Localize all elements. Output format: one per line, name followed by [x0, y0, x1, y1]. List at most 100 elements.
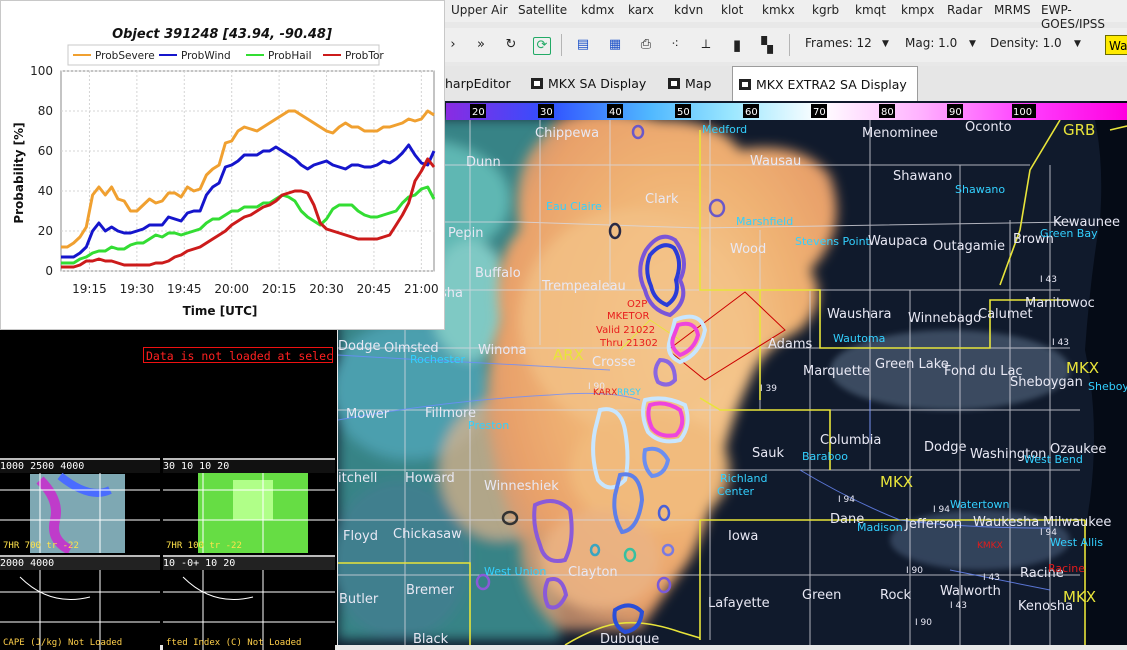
- menu-bar: Upper Air Satellite kdmx karx kdvn klot …: [445, 0, 1127, 31]
- interstate-label: I 94: [933, 505, 950, 515]
- chart-x-axis-label: Time [UTC]: [183, 304, 258, 318]
- chart-y-axis-label: Probability [%]: [12, 122, 26, 223]
- county-label: Green: [802, 588, 841, 603]
- interstate-label: I 43: [983, 573, 1000, 583]
- menu-item-upper-air[interactable]: Upper Air: [451, 3, 508, 17]
- legend-label: ProbSevere: [95, 50, 155, 62]
- menu-item-kmpx[interactable]: kmpx: [901, 3, 934, 17]
- points-icon[interactable]: ⁖: [667, 37, 683, 53]
- city-label: West Bend: [1024, 453, 1083, 466]
- chevron-down-icon[interactable]: ▼: [969, 39, 976, 49]
- menu-item-satellite[interactable]: Satellite: [518, 3, 567, 17]
- y-tick-label: 100: [30, 64, 53, 78]
- warngen-button[interactable]: Wa: [1105, 35, 1127, 55]
- side-panel: 1000 2500 4000 7HR 700 tr -22 30 10 10 2…: [0, 330, 337, 650]
- thumbnail-panel[interactable]: 2000 4000 CAPE (J/kg) Not Loaded: [0, 555, 160, 650]
- y-tick-label: 60: [38, 144, 53, 158]
- thumbnail-panel[interactable]: 30 10 10 20 7HR 100 tr -22: [163, 458, 335, 553]
- city-label: West Union: [484, 565, 546, 578]
- tab-nsharp-editor[interactable]: harpEditor: [445, 66, 525, 101]
- warning-label: Thru 21302: [599, 338, 658, 349]
- satellite-map-display[interactable]: 20 30 40 50 60 70 80 90 100 Chippewa Med…: [338, 101, 1127, 645]
- tab-label: Map: [685, 76, 712, 91]
- menu-item-kmkx[interactable]: kmkx: [762, 3, 795, 17]
- wfo-label: MKX: [1063, 588, 1096, 606]
- select-tool-icon[interactable]: ▤: [575, 37, 591, 53]
- display-icon: [739, 79, 751, 90]
- menu-item-kgrb[interactable]: kgrb: [812, 3, 839, 17]
- four-panel-icon[interactable]: ▚: [759, 37, 775, 53]
- menu-item-radar[interactable]: Radar: [947, 3, 982, 17]
- thumbnail-colorbar: 10 -0+ 10 20: [163, 557, 335, 570]
- county-label: Manitowoc: [1025, 296, 1095, 311]
- menu-item-kdvn[interactable]: kdvn: [674, 3, 703, 17]
- satellite-image: 20 30 40 50 60 70 80 90 100 Chippewa Med…: [338, 101, 1127, 645]
- chevron-down-icon[interactable]: ▼: [882, 39, 889, 49]
- tab-label: MKX EXTRA2 SA Display: [756, 77, 907, 92]
- density-dropdown[interactable]: Density: 1.0: [990, 36, 1062, 50]
- chart-legend: ProbSevere ProbWind ProbHail ProbTor: [67, 44, 384, 66]
- county-label: Marquette: [803, 364, 870, 379]
- interstate-label: I 43: [1052, 338, 1069, 348]
- x-tick-label: 20:30: [309, 282, 344, 296]
- city-label: Preston: [468, 419, 509, 432]
- tab-mkx-extra2-sa-display[interactable]: MKX EXTRA2 SA Display ⊠: [732, 66, 918, 127]
- toolbar: › » ↻ ⟳ ▤ ▦ ⎙ ⁖ ⟂ ▮ ▚ Frames: 12 ▼ Mag: …: [445, 28, 1127, 62]
- single-panel-icon[interactable]: ▮: [729, 37, 745, 53]
- radar-site-label: KMKX: [977, 541, 1003, 551]
- city-label: Rochester: [410, 353, 465, 366]
- county-label: Dodge: [338, 339, 380, 354]
- wfo-label: ARX: [553, 346, 584, 364]
- thumbnail-colorbar: 1000 2500 4000: [0, 460, 160, 473]
- thumbnail-map: [163, 557, 335, 650]
- county-label: Calumet: [978, 307, 1033, 322]
- probability-chart-window[interactable]: Object 391248 [43.94, -90.48] ProbSevere…: [0, 0, 445, 330]
- thumbnail-caption: CAPE (J/kg) Not Loaded: [3, 638, 123, 648]
- loop-icon[interactable]: ↻: [503, 37, 519, 53]
- county-label: Winona: [478, 343, 527, 358]
- frames-dropdown[interactable]: Frames: 12: [805, 36, 872, 50]
- menu-item-kmqt[interactable]: kmqt: [855, 3, 886, 17]
- y-tick-label: 20: [38, 224, 53, 238]
- county-label: Clark: [645, 192, 679, 207]
- menu-item-klot[interactable]: klot: [721, 3, 743, 17]
- separator: [561, 34, 562, 56]
- county-label: Wausau: [750, 154, 801, 169]
- tab-label: harpEditor: [445, 76, 511, 91]
- tab-mkx-sa-display[interactable]: MKX SA Display: [531, 66, 661, 101]
- thumbnail-map: [163, 460, 335, 553]
- county-label: Waukesha: [973, 515, 1039, 530]
- colorbar-tick: 80: [881, 107, 894, 118]
- y-tick-label: 80: [38, 104, 53, 118]
- baselines-icon[interactable]: ⟂: [698, 37, 714, 53]
- warning-label: Valid 21022: [596, 325, 655, 336]
- interstate-label: I 90: [915, 618, 932, 628]
- print-icon[interactable]: ⎙: [638, 37, 654, 53]
- county-label: Dunn: [466, 155, 501, 170]
- x-tick-label: 21:00: [404, 282, 439, 296]
- last-frame-icon[interactable]: »: [473, 37, 489, 53]
- tab-map[interactable]: Map: [668, 66, 730, 101]
- image-properties-icon[interactable]: ▦: [607, 37, 623, 53]
- refresh-icon[interactable]: ⟳: [533, 37, 551, 55]
- menu-item-mrms[interactable]: MRMS: [994, 3, 1031, 17]
- thumbnail-panel[interactable]: 1000 2500 4000 7HR 700 tr -22: [0, 458, 160, 553]
- magnification-dropdown[interactable]: Mag: 1.0: [905, 36, 957, 50]
- county-label: Clayton: [568, 565, 618, 580]
- plot-area: [60, 70, 435, 272]
- colorbar-tick: 70: [813, 107, 826, 118]
- county-label: Winneshiek: [484, 479, 559, 494]
- chevron-down-icon[interactable]: ▼: [1074, 39, 1081, 49]
- county-label: Dodge: [924, 440, 966, 455]
- step-forward-icon[interactable]: ›: [445, 37, 461, 53]
- colorbar-tick: 100: [1013, 107, 1032, 118]
- thumbnail-panel[interactable]: 10 -0+ 10 20 fted Index (C) Not Loaded: [163, 555, 335, 650]
- menu-item-ewp-goes[interactable]: EWP-GOES/JPSS: [1041, 3, 1127, 31]
- county-label: Black: [413, 632, 449, 645]
- county-label: Adams: [768, 337, 813, 352]
- menu-item-karx[interactable]: karx: [628, 3, 654, 17]
- menu-item-kdmx[interactable]: kdmx: [581, 3, 614, 17]
- county-label: Floyd: [343, 529, 378, 544]
- city-label: Shawano: [955, 183, 1005, 196]
- county-label: Lafayette: [708, 596, 770, 611]
